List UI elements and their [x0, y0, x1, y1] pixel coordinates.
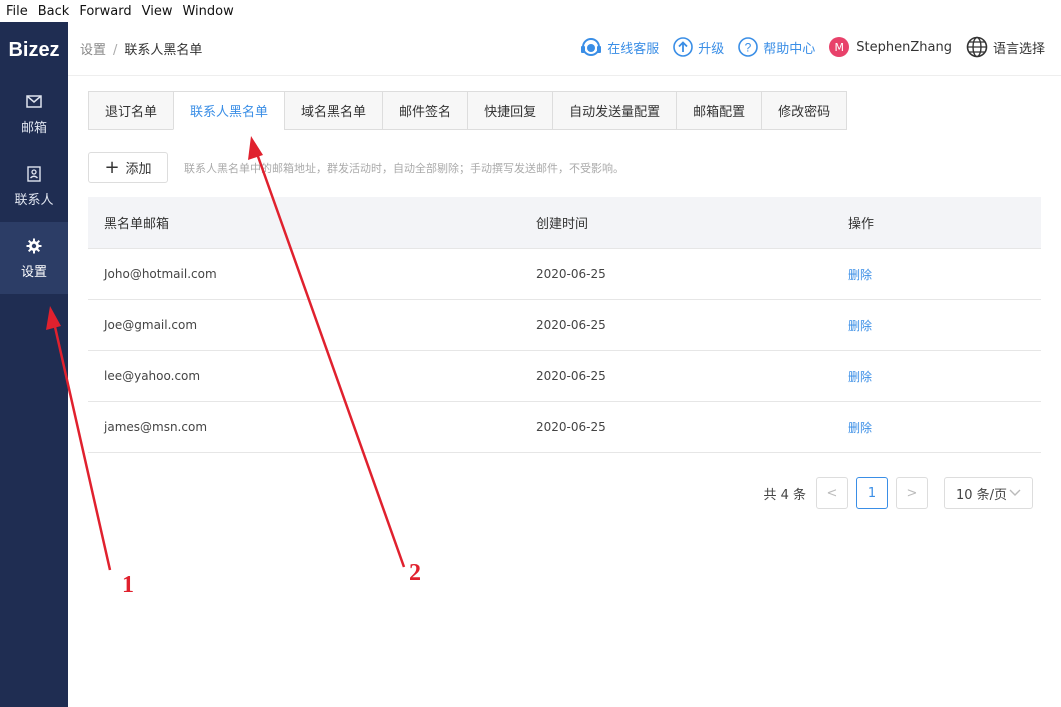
annotation-arrowhead-2 — [248, 136, 263, 160]
header-actions: 在线客服 升级 ? 帮助中心 M StephenZhang 语言选择 — [566, 36, 1045, 58]
plus-icon: + — [104, 156, 120, 178]
column-header-created: 创建时间 — [536, 217, 589, 232]
cell-email: lee@yahoo.com — [104, 369, 201, 383]
column-header-email: 黑名单邮箱 — [104, 217, 170, 232]
table-row: Joho@hotmail.com 2020-06-25 删除 — [88, 249, 1041, 300]
mail-icon — [26, 93, 42, 111]
language-label: 语言选择 — [992, 41, 1045, 57]
online-support-label: 在线客服 — [607, 41, 660, 57]
prev-page-button[interactable]: < — [816, 477, 848, 509]
table-header: 黑名单邮箱 创建时间 操作 — [88, 197, 1041, 249]
blacklist-hint: 联系人黑名单中的邮箱地址，群发活动时，自动全部剔除；手动撰写发送邮件，不受影响。 — [184, 162, 624, 175]
cell-created: 2020-06-25 — [536, 267, 606, 281]
cell-email: Joe@gmail.com — [104, 318, 198, 332]
tab-change-password[interactable]: 修改密码 — [761, 91, 848, 130]
sidebar-item-label: 联系人 — [14, 192, 54, 208]
breadcrumb-separator: / — [113, 43, 118, 58]
settings-tabs: 退订名单 联系人黑名单 域名黑名单 邮件签名 快捷回复 自动发送量配置 邮箱配置… — [88, 91, 848, 130]
svg-text:?: ? — [745, 41, 752, 55]
user-menu[interactable]: M StephenZhang — [829, 37, 952, 57]
online-support-link[interactable]: 在线客服 — [580, 37, 659, 57]
annotation-label-2: 2 — [409, 560, 421, 586]
total-count: 共 4 条 — [763, 487, 806, 503]
gear-icon — [26, 237, 42, 255]
delete-link[interactable]: 删除 — [848, 370, 872, 384]
breadcrumb-root[interactable]: 设置 — [80, 43, 106, 58]
delete-link[interactable]: 删除 — [848, 421, 872, 435]
pagination: 共 4 条 < 1 > 10 条/页 — [763, 477, 1033, 509]
help-circle-icon: ? — [738, 37, 759, 57]
sidebar-item-mail[interactable]: 邮箱 — [0, 78, 68, 150]
blacklist-table: 黑名单邮箱 创建时间 操作 Joho@hotmail.com 2020-06-2… — [88, 197, 1041, 453]
language-select[interactable]: 语言选择 — [966, 36, 1045, 58]
tab-mailbox-config[interactable]: 邮箱配置 — [676, 91, 763, 130]
username: StephenZhang — [856, 39, 952, 55]
page-size-select[interactable]: 10 条/页 — [944, 477, 1033, 509]
page-number-button[interactable]: 1 — [856, 477, 888, 509]
breadcrumb-current: 联系人黑名单 — [124, 43, 203, 58]
tab-domain-blacklist[interactable]: 域名黑名单 — [284, 91, 384, 130]
upgrade-label: 升级 — [698, 41, 725, 57]
menu-view[interactable]: View — [142, 4, 173, 19]
column-header-actions: 操作 — [848, 217, 875, 232]
menu-window[interactable]: Window — [182, 4, 233, 19]
cell-email: james@msn.com — [104, 420, 208, 434]
globe-icon — [966, 36, 988, 58]
sidebar-item-label: 邮箱 — [20, 120, 47, 136]
delete-link[interactable]: 删除 — [848, 319, 872, 333]
help-center-link[interactable]: ? 帮助中心 — [738, 37, 815, 57]
headset-icon — [581, 38, 602, 56]
menu-back[interactable]: Back — [38, 4, 70, 19]
logo: Bizez — [8, 38, 60, 61]
page-size-label: 10 条/页 — [955, 487, 1008, 503]
tab-quick-reply[interactable]: 快捷回复 — [467, 91, 554, 130]
upgrade-link[interactable]: 升级 — [673, 37, 724, 57]
breadcrumb: 设置 / 联系人黑名单 — [80, 39, 202, 58]
avatar: M — [829, 37, 850, 57]
top-bar: 设置 / 联系人黑名单 在线客服 升级 ? 帮助中心 M StephenZhang … — [68, 22, 1061, 76]
cell-email: Joho@hotmail.com — [104, 267, 217, 281]
cell-created: 2020-06-25 — [536, 369, 606, 383]
tab-unsubscribe-list[interactable]: 退订名单 — [88, 91, 175, 130]
contact-card-icon — [27, 165, 41, 183]
sidebar-item-settings[interactable]: 设置 — [0, 222, 68, 294]
table-row: james@msn.com 2020-06-25 删除 — [88, 402, 1041, 453]
next-page-button[interactable]: > — [896, 477, 928, 509]
menu-bar: File Back Forward View Window — [0, 0, 1061, 22]
tab-email-signature[interactable]: 邮件签名 — [382, 91, 469, 130]
menu-file[interactable]: File — [6, 4, 28, 19]
sidebar: Bizez 邮箱 联系人 设置 — [0, 22, 68, 707]
menu-forward[interactable]: Forward — [79, 4, 131, 19]
annotation-label-1: 1 — [122, 572, 134, 598]
tab-auto-send-config[interactable]: 自动发送量配置 — [552, 91, 678, 130]
table-row: lee@yahoo.com 2020-06-25 删除 — [88, 351, 1041, 402]
sidebar-item-contacts[interactable]: 联系人 — [0, 150, 68, 222]
cell-created: 2020-06-25 — [536, 318, 606, 332]
sidebar-item-label: 设置 — [20, 264, 47, 280]
chevron-down-icon — [1009, 489, 1021, 496]
table-row: Joe@gmail.com 2020-06-25 删除 — [88, 300, 1041, 351]
tab-contact-blacklist[interactable]: 联系人黑名单 — [173, 91, 286, 130]
delete-link[interactable]: 删除 — [848, 268, 872, 282]
add-button-label: 添加 — [125, 162, 152, 177]
help-center-label: 帮助中心 — [763, 41, 816, 57]
upload-circle-icon — [673, 37, 694, 57]
add-button[interactable]: + 添加 — [88, 152, 168, 183]
cell-created: 2020-06-25 — [536, 420, 606, 434]
